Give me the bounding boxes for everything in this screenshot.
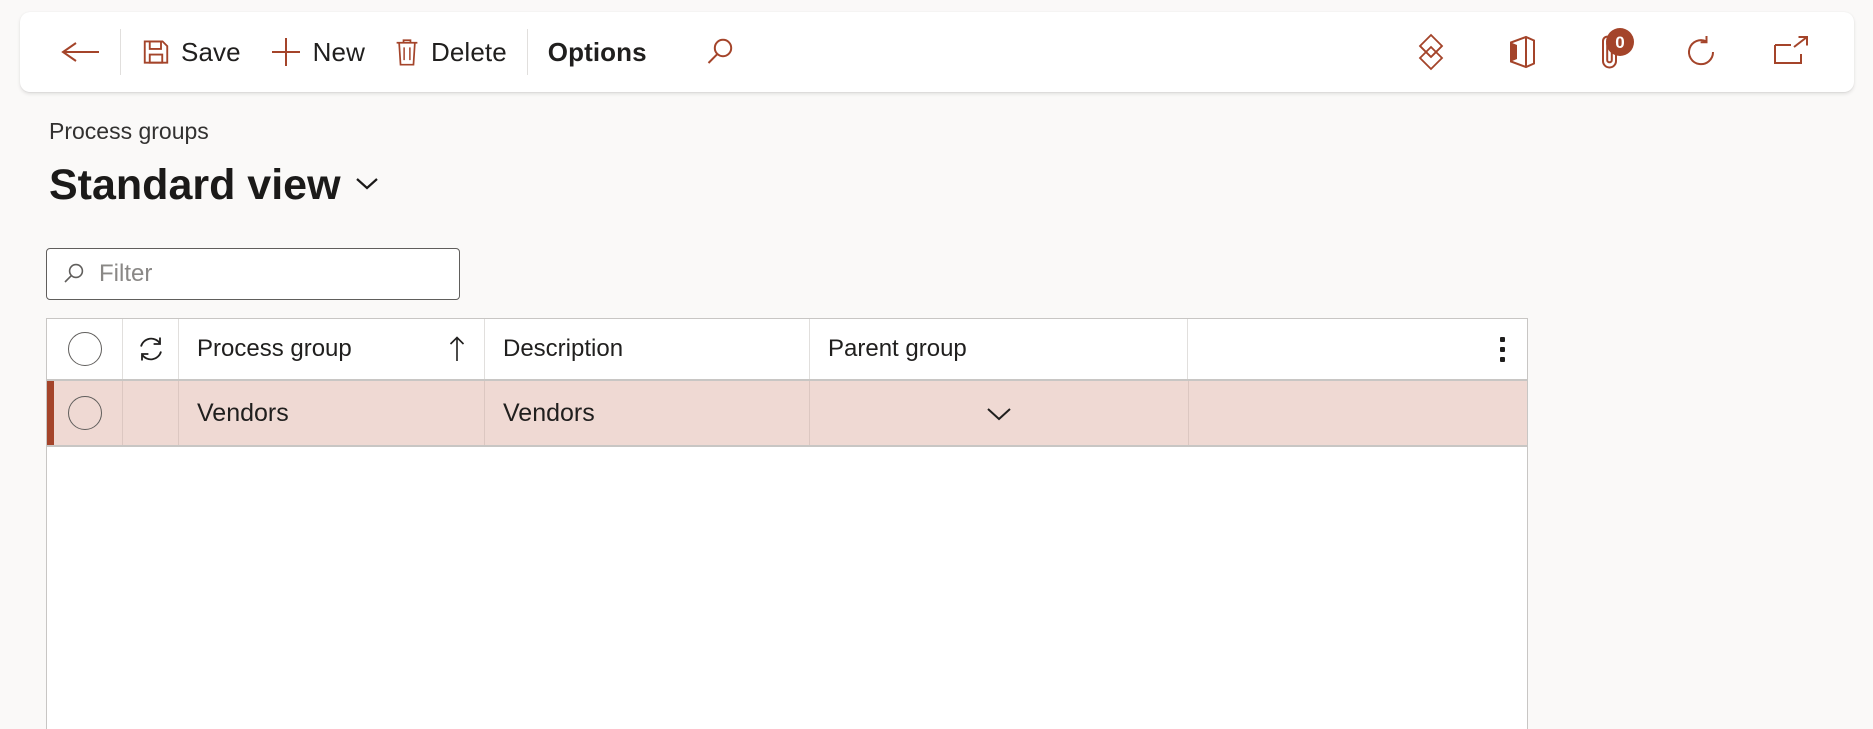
office-apps-button[interactable] — [1494, 25, 1548, 79]
refresh-icon — [135, 333, 167, 365]
attachments-button[interactable]: 0 — [1584, 25, 1638, 79]
open-in-new-window-button[interactable] — [1764, 25, 1818, 79]
row-status-cell — [123, 381, 179, 445]
page-title: Standard view — [49, 161, 341, 209]
app-root: Save New Delete Options 0 Process groups… — [0, 0, 1873, 729]
kebab-dot — [1500, 336, 1505, 342]
save-icon — [141, 37, 171, 67]
trash-icon — [393, 37, 421, 67]
options-button[interactable]: Options — [534, 26, 661, 78]
column-header-process-group[interactable]: Process group — [179, 319, 485, 379]
filter-input[interactable] — [99, 260, 429, 288]
options-button-label: Options — [547, 36, 647, 67]
diamond-icon — [1411, 32, 1451, 72]
grid-header-row: Process group Description Parent group — [47, 319, 1527, 381]
office-icon — [1503, 33, 1539, 71]
chevron-down-icon[interactable] — [982, 402, 1016, 424]
open-in-new-window-icon — [1771, 35, 1811, 69]
select-all-header[interactable] — [47, 319, 123, 379]
cell-process-group[interactable]: Vendors — [179, 381, 485, 445]
search-icon — [61, 261, 87, 287]
column-header-label: Description — [503, 335, 624, 362]
row-select-circle-icon[interactable] — [67, 396, 102, 430]
personalize-button[interactable] — [1404, 25, 1458, 79]
toolbar-search-button[interactable] — [693, 25, 747, 79]
sort-ascending-icon — [434, 335, 466, 363]
chevron-down-icon — [353, 173, 381, 199]
save-button-label: Save — [181, 36, 241, 67]
row-select-cell[interactable] — [47, 381, 123, 445]
page-title-dropdown[interactable]: Standard view — [49, 161, 381, 209]
row-spacer-cell — [1188, 381, 1527, 445]
action-toolbar: Save New Delete Options 0 — [20, 12, 1854, 92]
new-button[interactable]: New — [255, 26, 379, 78]
refresh-grid-header[interactable] — [123, 319, 179, 379]
column-header-label: Process group — [197, 335, 352, 362]
grid-empty-body — [47, 447, 1527, 728]
row-selected-accent — [47, 381, 54, 445]
back-arrow-icon — [60, 37, 100, 67]
refresh-icon — [1682, 33, 1720, 71]
filter-box[interactable] — [46, 248, 460, 300]
toolbar-right-group: 0 — [1404, 12, 1854, 92]
toolbar-divider — [120, 29, 121, 75]
back-button[interactable] — [46, 26, 114, 78]
toolbar-left-group: Save New Delete Options — [20, 12, 747, 92]
kebab-dot — [1500, 346, 1505, 352]
refresh-button[interactable] — [1674, 25, 1728, 79]
process-groups-grid: Process group Description Parent group V… — [46, 318, 1528, 729]
search-icon — [703, 35, 737, 69]
column-header-parent-group[interactable]: Parent group — [810, 319, 1188, 379]
save-button[interactable]: Save — [127, 26, 255, 78]
delete-button[interactable]: Delete — [379, 26, 521, 78]
grid-options-kebab-icon[interactable] — [1492, 327, 1513, 372]
table-row[interactable]: Vendors Vendors — [47, 381, 1527, 447]
select-all-circle-icon[interactable] — [67, 332, 102, 366]
grid-header-spacer — [1188, 319, 1527, 379]
plus-icon — [269, 35, 303, 69]
breadcrumb[interactable]: Process groups — [49, 118, 209, 145]
cell-parent-group[interactable] — [810, 381, 1188, 445]
column-header-description[interactable]: Description — [485, 319, 810, 379]
attachment-count-badge: 0 — [1606, 28, 1634, 56]
toolbar-divider-2 — [526, 29, 528, 75]
new-button-label: New — [312, 36, 365, 67]
delete-button-label: Delete — [431, 36, 507, 67]
kebab-dot — [1500, 356, 1505, 362]
column-header-label: Parent group — [828, 335, 967, 362]
cell-description[interactable]: Vendors — [485, 381, 810, 445]
